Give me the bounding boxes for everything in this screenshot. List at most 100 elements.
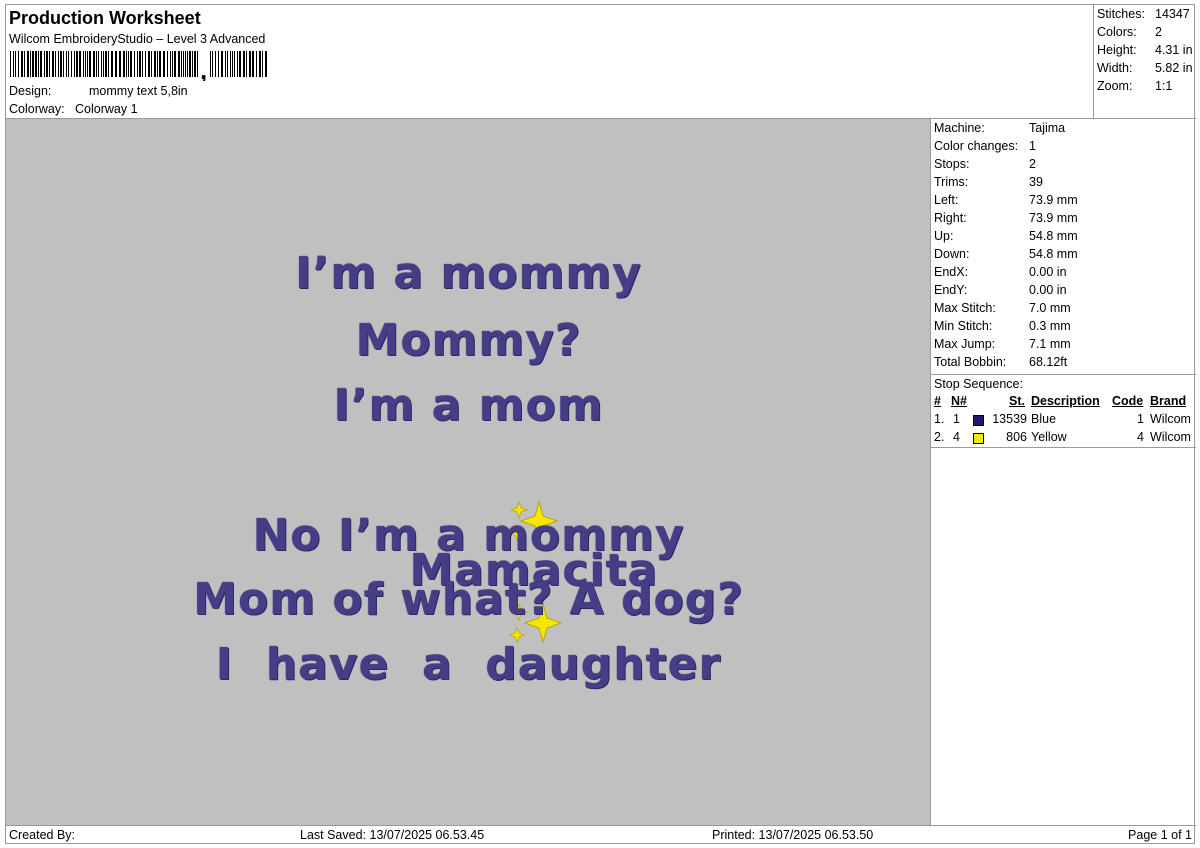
- stat-row: Colors: 2: [1097, 25, 1162, 43]
- page-number: Page 1 of 1: [1128, 828, 1192, 842]
- info-label: Max Stitch:: [934, 301, 996, 315]
- row-number: 1.: [934, 412, 945, 426]
- info-row: Right: 73.9 mm: [934, 211, 1078, 229]
- info-value: 0.00 in: [1029, 283, 1067, 297]
- column-header: St.: [1009, 394, 1025, 408]
- worksheet-footer: Created By: Last Saved: 13/07/2025 06.53…: [6, 825, 1196, 844]
- thread-code: 1: [1137, 412, 1144, 426]
- stat-value: 1:1: [1155, 79, 1173, 93]
- column-header: Description: [1031, 394, 1100, 408]
- column-header: Brand: [1150, 394, 1187, 408]
- stat-value: 2: [1155, 25, 1162, 39]
- info-row: Trims: 39: [934, 175, 1043, 193]
- design-text-line: I’m a mom: [333, 380, 604, 431]
- stat-value: 4.31 in: [1155, 43, 1193, 57]
- info-row: Machine: Tajima: [934, 121, 1065, 139]
- software-name: Wilcom EmbroideryStudio – Level 3 Advanc…: [9, 32, 266, 46]
- info-label: Down:: [934, 247, 970, 261]
- info-row: EndY: 0.00 in: [934, 283, 1067, 301]
- stitch-count: 806: [1006, 430, 1027, 444]
- info-value: 73.9 mm: [1029, 193, 1078, 207]
- color-swatch: [973, 415, 984, 426]
- column-header: Code: [1112, 394, 1144, 408]
- design-text-line: I’m a mommy: [295, 248, 642, 299]
- info-value: 68.12ft: [1029, 355, 1068, 369]
- info-label: EndX:: [934, 265, 969, 279]
- design-row: Design: mommy text 5,8in: [9, 84, 188, 98]
- info-label: Left:: [934, 193, 959, 207]
- info-value: 2: [1029, 157, 1036, 171]
- worksheet: Production Worksheet Wilcom EmbroiderySt…: [5, 4, 1196, 844]
- colorway-row: Colorway: Colorway 1: [9, 102, 138, 116]
- design-text-line: Mommy?: [355, 315, 582, 366]
- info-label: Machine:: [934, 121, 985, 135]
- info-row: Total Bobbin: 68.12ft: [934, 355, 1067, 373]
- info-row: Stops: 2: [934, 157, 1036, 175]
- info-value: 0.00 in: [1029, 265, 1067, 279]
- needle-number: 1: [953, 412, 960, 426]
- stat-row: Zoom: 1:1: [1097, 79, 1172, 97]
- thread-brand: Wilcom: [1150, 430, 1191, 444]
- info-label: Up:: [934, 229, 954, 243]
- info-value: 54.8 mm: [1029, 247, 1078, 261]
- last-saved: Last Saved: 13/07/2025 06.53.45: [300, 828, 485, 842]
- info-value: 39: [1029, 175, 1043, 189]
- stat-row: Height: 4.31 in: [1097, 43, 1193, 61]
- info-label: Stops:: [934, 157, 970, 171]
- info-row: Down: 54.8 mm: [934, 247, 1078, 265]
- stat-label: Stitches:: [1097, 7, 1145, 21]
- divider: [931, 447, 1196, 448]
- info-row: Color changes: 1: [934, 139, 1036, 157]
- info-value: 54.8 mm: [1029, 229, 1078, 243]
- stop-sequence-title: Stop Sequence:: [934, 377, 1023, 391]
- stat-label: Colors:: [1097, 25, 1137, 39]
- barcode-icon: ,: [10, 51, 267, 81]
- design-preview: I’m a mommy Mommy? I’m a mom Mamacita No…: [6, 119, 931, 825]
- row-number: 2.: [934, 430, 945, 444]
- design-text-line: Mom of what? A dog?: [193, 574, 744, 625]
- needle-number: 4: [953, 430, 960, 444]
- design-stats: Stitches: 14347 Colors: 2 Height: 4.31 in W…: [1094, 5, 1196, 119]
- info-row: Max Jump: 7.1 mm: [934, 337, 1071, 355]
- divider: [931, 374, 1196, 375]
- page-title: Production Worksheet: [9, 8, 201, 28]
- worksheet-header: Production Worksheet Wilcom EmbroiderySt…: [6, 5, 1094, 119]
- design-text-line: No I’m a mommy: [252, 510, 685, 561]
- thread-description: Blue: [1031, 412, 1057, 426]
- stat-value: 5.82 in: [1155, 61, 1193, 75]
- info-label: Right:: [934, 211, 967, 225]
- info-value: 7.0 mm: [1029, 301, 1071, 315]
- stat-row: Width: 5.82 in: [1097, 61, 1193, 79]
- stat-label: Zoom:: [1097, 79, 1133, 93]
- info-value: 0.3 mm: [1029, 319, 1071, 333]
- info-value: 1: [1029, 139, 1036, 153]
- info-label: Max Jump:: [934, 337, 996, 351]
- info-value: Tajima: [1029, 121, 1066, 135]
- stat-label: Width:: [1097, 61, 1133, 75]
- stat-value: 14347: [1155, 7, 1190, 21]
- machine-info-panel: Machine: Tajima Color changes: 1 Stops: 2 T…: [931, 119, 1196, 825]
- thread-brand: Wilcom: [1150, 412, 1191, 426]
- info-label: Total Bobbin:: [934, 355, 1007, 369]
- stat-label: Height:: [1097, 43, 1137, 57]
- column-header: N#: [951, 394, 967, 408]
- design-text-line: I have a daughter: [215, 639, 722, 690]
- colorway-label: Colorway:: [9, 102, 65, 116]
- colorway-value: Colorway 1: [75, 102, 138, 116]
- thread-code: 4: [1137, 430, 1144, 444]
- svg-text:,: ,: [200, 55, 207, 81]
- color-swatch: [973, 433, 984, 444]
- info-row: Max Stitch: 7.0 mm: [934, 301, 1071, 319]
- info-label: Min Stitch:: [934, 319, 993, 333]
- info-row: EndX: 0.00 in: [934, 265, 1067, 283]
- design-value: mommy text 5,8in: [89, 84, 188, 98]
- info-value: 73.9 mm: [1029, 211, 1078, 225]
- info-row: Min Stitch: 0.3 mm: [934, 319, 1071, 337]
- info-label: Trims:: [934, 175, 969, 189]
- info-label: EndY:: [934, 283, 968, 297]
- printed-date: Printed: 13/07/2025 06.53.50: [712, 828, 874, 842]
- column-header: #: [934, 394, 941, 408]
- stitch-count: 13539: [992, 412, 1027, 426]
- info-value: 7.1 mm: [1029, 337, 1071, 351]
- info-row: Up: 54.8 mm: [934, 229, 1078, 247]
